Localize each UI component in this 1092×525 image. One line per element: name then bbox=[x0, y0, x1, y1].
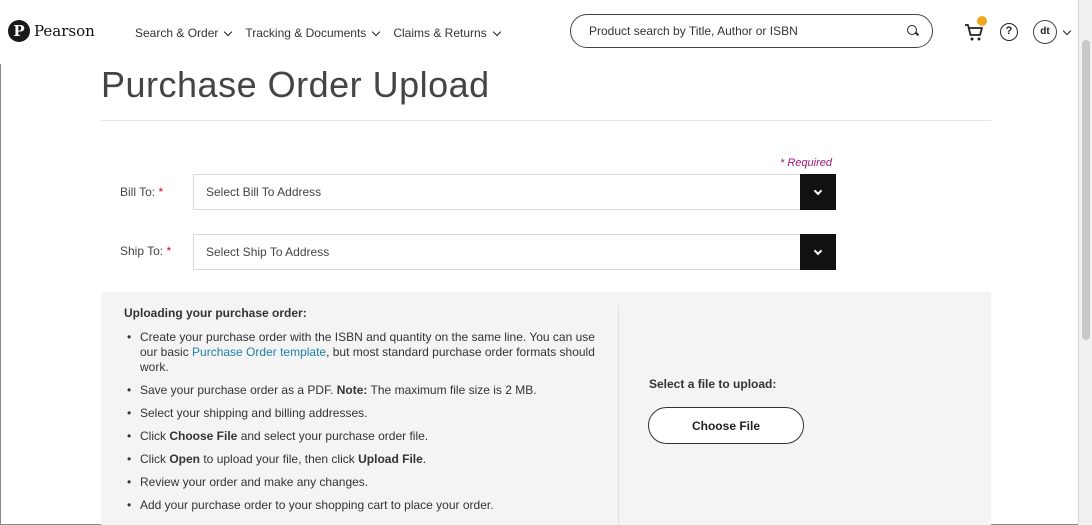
step-bold-text: Note: bbox=[336, 383, 368, 397]
search-input[interactable] bbox=[589, 24, 906, 38]
required-note: * Required bbox=[780, 157, 832, 169]
title-divider bbox=[101, 120, 991, 121]
vertical-scrollbar[interactable] bbox=[1078, 0, 1092, 525]
required-star: * bbox=[158, 185, 164, 199]
nav-label: Claims & Returns bbox=[393, 26, 487, 40]
search-icon[interactable] bbox=[906, 24, 920, 38]
required-star: * bbox=[166, 244, 172, 258]
pearson-logo-icon: P bbox=[8, 20, 30, 42]
step-text: Add your purchase order to your shopping… bbox=[140, 498, 494, 512]
instruction-step: Click Open to upload your file, then cli… bbox=[127, 452, 597, 467]
chevron-down-icon bbox=[492, 27, 501, 36]
nav-label: Search & Order bbox=[135, 26, 219, 40]
chevron-down-icon bbox=[813, 186, 823, 195]
instruction-step: Add your purchase order to your shopping… bbox=[127, 498, 597, 513]
chevron-down-icon bbox=[372, 27, 381, 36]
step-text: Click bbox=[140, 452, 170, 466]
instruction-step: Create your purchase order with the ISBN… bbox=[127, 330, 597, 375]
scrollbar-thumb[interactable] bbox=[1082, 40, 1090, 340]
step-text: The maximum file size is 2 MB. bbox=[367, 383, 537, 397]
ship-to-dropdown-button[interactable] bbox=[800, 234, 836, 270]
bill-to-placeholder: Select Bill To Address bbox=[206, 185, 322, 199]
ship-to-select[interactable]: Select Ship To Address bbox=[193, 234, 836, 270]
purchase-order-template-link[interactable]: Purchase Order template bbox=[192, 345, 326, 359]
top-navigation-bar: P Pearson Search & Order Tracking & Docu… bbox=[0, 0, 1078, 64]
step-bold-text: Choose File bbox=[169, 429, 238, 443]
instruction-step: Select your shipping and billing address… bbox=[127, 406, 597, 421]
product-search bbox=[570, 14, 933, 48]
cart-badge bbox=[977, 16, 987, 26]
step-text: . bbox=[422, 452, 427, 466]
instruction-step: Save your purchase order as a PDF. Note:… bbox=[127, 383, 597, 398]
step-text: Select your shipping and billing address… bbox=[140, 406, 368, 420]
avatar: dt bbox=[1033, 20, 1057, 44]
bill-to-dropdown-button[interactable] bbox=[800, 174, 836, 210]
help-icon[interactable]: ? bbox=[1000, 23, 1018, 41]
nav-search-order[interactable]: Search & Order bbox=[135, 26, 233, 40]
step-text: Review your order and make any changes. bbox=[140, 475, 369, 489]
instruction-step: Click Choose File and select your purcha… bbox=[127, 429, 597, 444]
step-text: Click bbox=[140, 429, 170, 443]
chevron-down-icon bbox=[224, 27, 233, 36]
step-text: and select your purchase order file. bbox=[237, 429, 429, 443]
select-file-label: Select a file to upload: bbox=[649, 377, 777, 391]
logo-text: Pearson bbox=[34, 22, 95, 40]
upload-panel-divider bbox=[618, 305, 619, 525]
bill-to-label-text: Bill To: bbox=[120, 185, 156, 199]
ship-to-label-text: Ship To: bbox=[120, 244, 164, 258]
step-bold-text: Open bbox=[169, 452, 201, 466]
step-bold-text: Upload File bbox=[358, 452, 423, 466]
chevron-down-icon bbox=[813, 246, 823, 255]
nav-claims-returns[interactable]: Claims & Returns bbox=[393, 26, 501, 40]
nav-label: Tracking & Documents bbox=[245, 26, 367, 40]
step-text: Save your purchase order as a PDF. bbox=[140, 383, 337, 397]
instruction-step: Review your order and make any changes. bbox=[127, 475, 597, 490]
account-menu[interactable]: dt bbox=[1033, 20, 1072, 44]
chevron-down-icon bbox=[1062, 26, 1072, 35]
bill-to-select[interactable]: Select Bill To Address bbox=[193, 174, 836, 210]
choose-file-button[interactable]: Choose File bbox=[648, 407, 804, 444]
ship-to-placeholder: Select Ship To Address bbox=[206, 245, 330, 259]
instructions-list: Create your purchase order with the ISBN… bbox=[127, 330, 597, 521]
instructions-title: Uploading your purchase order: bbox=[124, 306, 307, 320]
nav-tracking-documents[interactable]: Tracking & Documents bbox=[245, 26, 381, 40]
page-title: Purchase Order Upload bbox=[101, 64, 490, 105]
cart-icon[interactable] bbox=[963, 16, 987, 44]
main-nav: Search & Order Tracking & Documents Clai… bbox=[135, 26, 501, 40]
ship-to-label: Ship To: * bbox=[120, 244, 171, 258]
bill-to-label: Bill To: * bbox=[120, 185, 163, 199]
pearson-logo[interactable]: P Pearson bbox=[8, 20, 95, 42]
step-text: to upload your file, then click bbox=[200, 452, 359, 466]
